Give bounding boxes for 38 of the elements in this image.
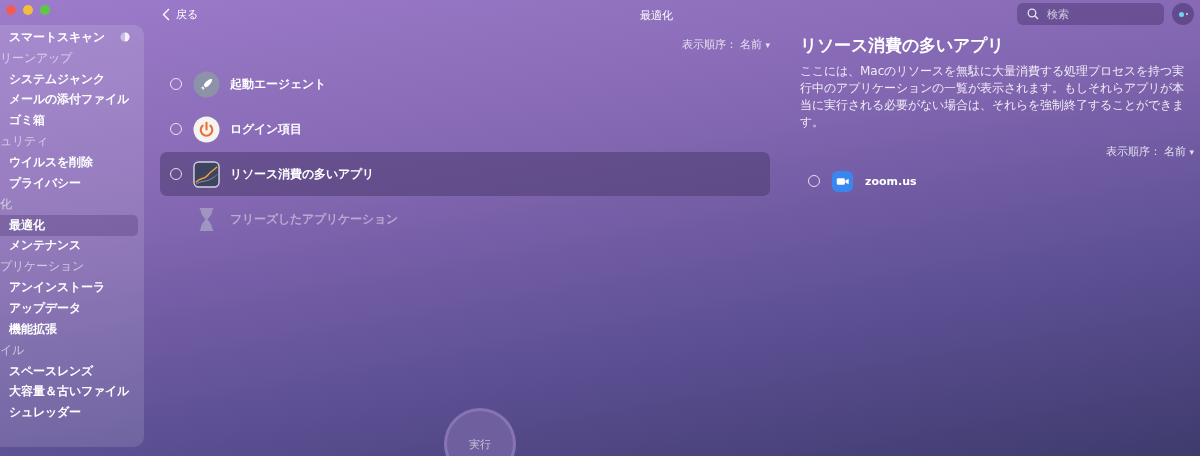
sidebar-item[interactable]: ゴミ箱 — [0, 110, 138, 132]
sort-dropdown[interactable]: 表示順序： 名前 ▾ — [1105, 145, 1194, 159]
sidebar-item[interactable]: シュレッダー — [0, 402, 138, 424]
sidebar-section-header: 化 — [0, 195, 13, 213]
sidebar-item[interactable]: ウイルスを削除 — [0, 152, 138, 173]
sidebar-item[interactable]: システムジャンク — [0, 68, 138, 90]
sidebar-item[interactable]: メールの添付ファイル — [0, 89, 138, 111]
minimize-window-button[interactable] — [23, 5, 33, 15]
zoom-window-button[interactable] — [40, 5, 50, 15]
back-button[interactable]: 戻る — [160, 6, 200, 22]
window-title: 最適化 — [640, 8, 673, 23]
sidebar-item[interactable]: プライバシー — [0, 173, 138, 194]
sidebar-item[interactable]: スマートスキャン — [0, 27, 138, 48]
sidebar-item[interactable]: アップデータ — [0, 298, 138, 319]
search-icon — [1027, 8, 1039, 20]
sidebar-section-header: リーンアップ — [0, 49, 74, 67]
rocket-icon — [193, 70, 220, 98]
optimization-row[interactable]: ログイン項目 — [160, 107, 770, 151]
sidebar-item[interactable]: 機能拡張 — [0, 318, 138, 340]
power-icon — [193, 115, 220, 143]
sort-dropdown[interactable]: 表示順序： 名前 ▾ — [681, 38, 770, 52]
optimization-row[interactable]: リソース消費の多いアプリ — [160, 152, 770, 196]
sidebar-item[interactable]: 大容量＆古いファイル — [0, 381, 138, 403]
sidebar-section-header: ュリティ — [0, 133, 49, 151]
sidebar-item[interactable]: メンテナンス — [0, 235, 138, 257]
sidebar-item[interactable]: スペースレンズ — [0, 360, 138, 382]
sidebar-section-header: イル — [0, 341, 25, 359]
sidebar-item[interactable]: アンインストーラ — [0, 277, 138, 299]
video-camera-icon — [832, 170, 853, 192]
chevron-left-icon — [162, 7, 170, 21]
chart-icon — [193, 160, 220, 188]
optimization-row[interactable]: 起動エージェント — [160, 62, 770, 106]
app-name: zoom.us — [865, 174, 917, 188]
sidebar-item[interactable]: 最適化 — [0, 214, 138, 236]
section-title: リソース消費の多いアプリ — [800, 34, 1005, 57]
sidebar-section-header: プリケーション — [0, 258, 85, 276]
assistant-button[interactable] — [1172, 3, 1194, 25]
description-text: ここには、Macのリソースを無駄に大量消費する処理プロセスを持つ実行中のアプリケーションの一覧が表示されます。もしそれらアプリが本当に実行される必要がない場合は、それらを強制終了することができます。 — [800, 63, 1186, 131]
